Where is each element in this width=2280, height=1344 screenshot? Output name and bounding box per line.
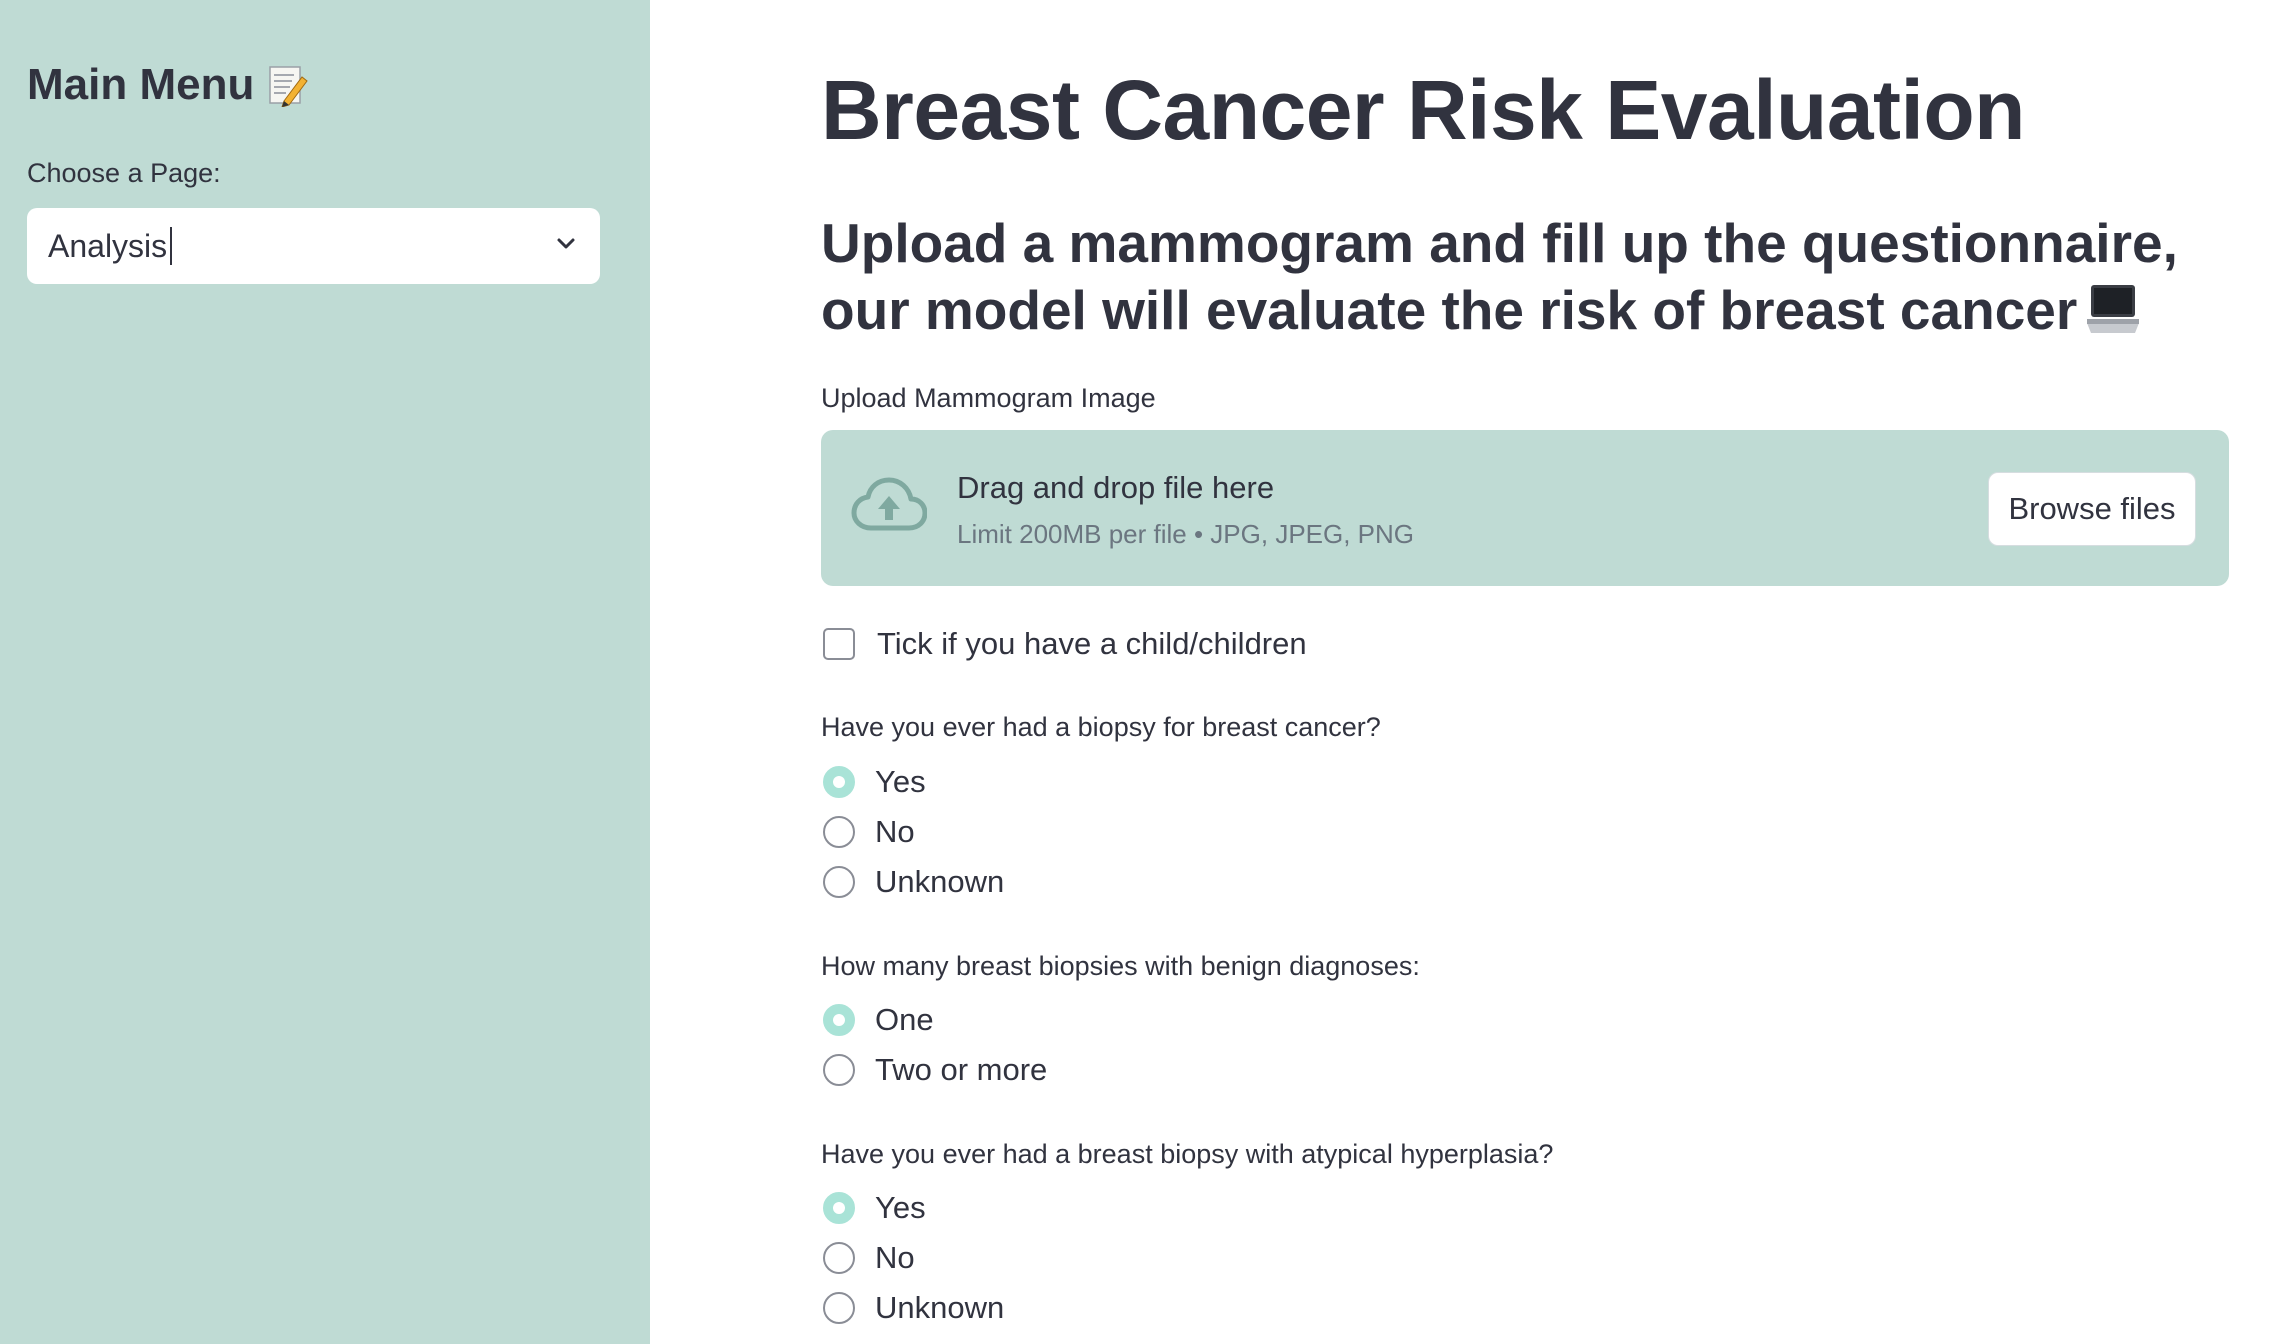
radio-label: Yes <box>875 764 926 799</box>
dropzone-limit: Limit 200MB per file • JPG, JPEG, PNG <box>957 519 1415 549</box>
radio-option-one[interactable]: One <box>823 995 1047 1045</box>
radio-group-benign-biopsies: One Two or more <box>823 995 1047 1095</box>
radio-option-unknown[interactable]: Unknown <box>823 1283 1004 1333</box>
main-content: Breast Cancer Risk Evaluation Upload a m… <box>650 0 2280 1344</box>
browse-files-button[interactable]: Browse files <box>1988 472 2196 546</box>
memo-icon <box>268 63 309 108</box>
question-biopsy-label: Have you ever had a biopsy for breast ca… <box>821 712 1381 742</box>
radio-button[interactable] <box>823 1054 855 1086</box>
page-title: Breast Cancer Risk Evaluation <box>821 63 2026 157</box>
radio-label: One <box>875 1002 934 1037</box>
dropzone-title: Drag and drop file here <box>957 470 1275 505</box>
radio-label: Yes <box>875 1190 926 1225</box>
radio-option-unknown[interactable]: Unknown <box>823 857 1004 907</box>
page-select-value: Analysis <box>48 227 168 264</box>
sidebar-title: Main Menu <box>27 60 309 110</box>
radio-group-biopsy: Yes No Unknown <box>823 757 1004 907</box>
question-benign-biopsies-label: How many breast biopsies with benign dia… <box>821 951 1420 981</box>
page-select-label: Choose a Page: <box>27 158 221 188</box>
radio-option-yes[interactable]: Yes <box>823 1183 1004 1233</box>
page-subtitle-text: Upload a mammogram and fill up the quest… <box>821 212 2178 341</box>
cloud-upload-icon <box>851 476 928 541</box>
radio-option-no[interactable]: No <box>823 807 1004 857</box>
children-checkbox-label: Tick if you have a child/children <box>877 626 1307 661</box>
radio-label: No <box>875 1240 915 1275</box>
radio-button[interactable] <box>823 766 855 798</box>
radio-button[interactable] <box>823 1292 855 1324</box>
children-checkbox-row[interactable]: Tick if you have a child/children <box>823 626 1307 662</box>
radio-option-no[interactable]: No <box>823 1233 1004 1283</box>
upload-label: Upload Mammogram Image <box>821 383 1156 413</box>
radio-button[interactable] <box>823 866 855 898</box>
text-caret <box>170 227 173 265</box>
radio-label: No <box>875 814 915 849</box>
chevron-down-icon[interactable] <box>554 232 578 261</box>
radio-button[interactable] <box>823 816 855 848</box>
sidebar-title-text: Main Menu <box>27 60 255 109</box>
app-root: Main Menu Choose a Page: Analysis Breast… <box>0 0 2280 1344</box>
page-subtitle: Upload a mammogram and fill up the quest… <box>821 210 2251 350</box>
radio-label: Unknown <box>875 1290 1005 1325</box>
laptop-icon <box>2085 283 2141 350</box>
radio-label: Unknown <box>875 864 1005 899</box>
radio-button[interactable] <box>823 1192 855 1224</box>
radio-group-atypical-hyperplasia: Yes No Unknown <box>823 1183 1004 1333</box>
radio-option-two-or-more[interactable]: Two or more <box>823 1045 1047 1095</box>
sidebar: Main Menu Choose a Page: Analysis <box>0 0 650 1344</box>
children-checkbox[interactable] <box>823 628 855 660</box>
radio-button[interactable] <box>823 1242 855 1274</box>
radio-label: Two or more <box>875 1052 1048 1087</box>
file-dropzone[interactable]: Drag and drop file here Limit 200MB per … <box>821 430 2229 586</box>
page-select[interactable]: Analysis <box>27 208 600 284</box>
question-atypical-hyperplasia-label: Have you ever had a breast biopsy with a… <box>821 1139 1554 1169</box>
radio-option-yes[interactable]: Yes <box>823 757 1004 807</box>
radio-button[interactable] <box>823 1004 855 1036</box>
page-select-value-wrap: Analysis <box>48 227 173 265</box>
